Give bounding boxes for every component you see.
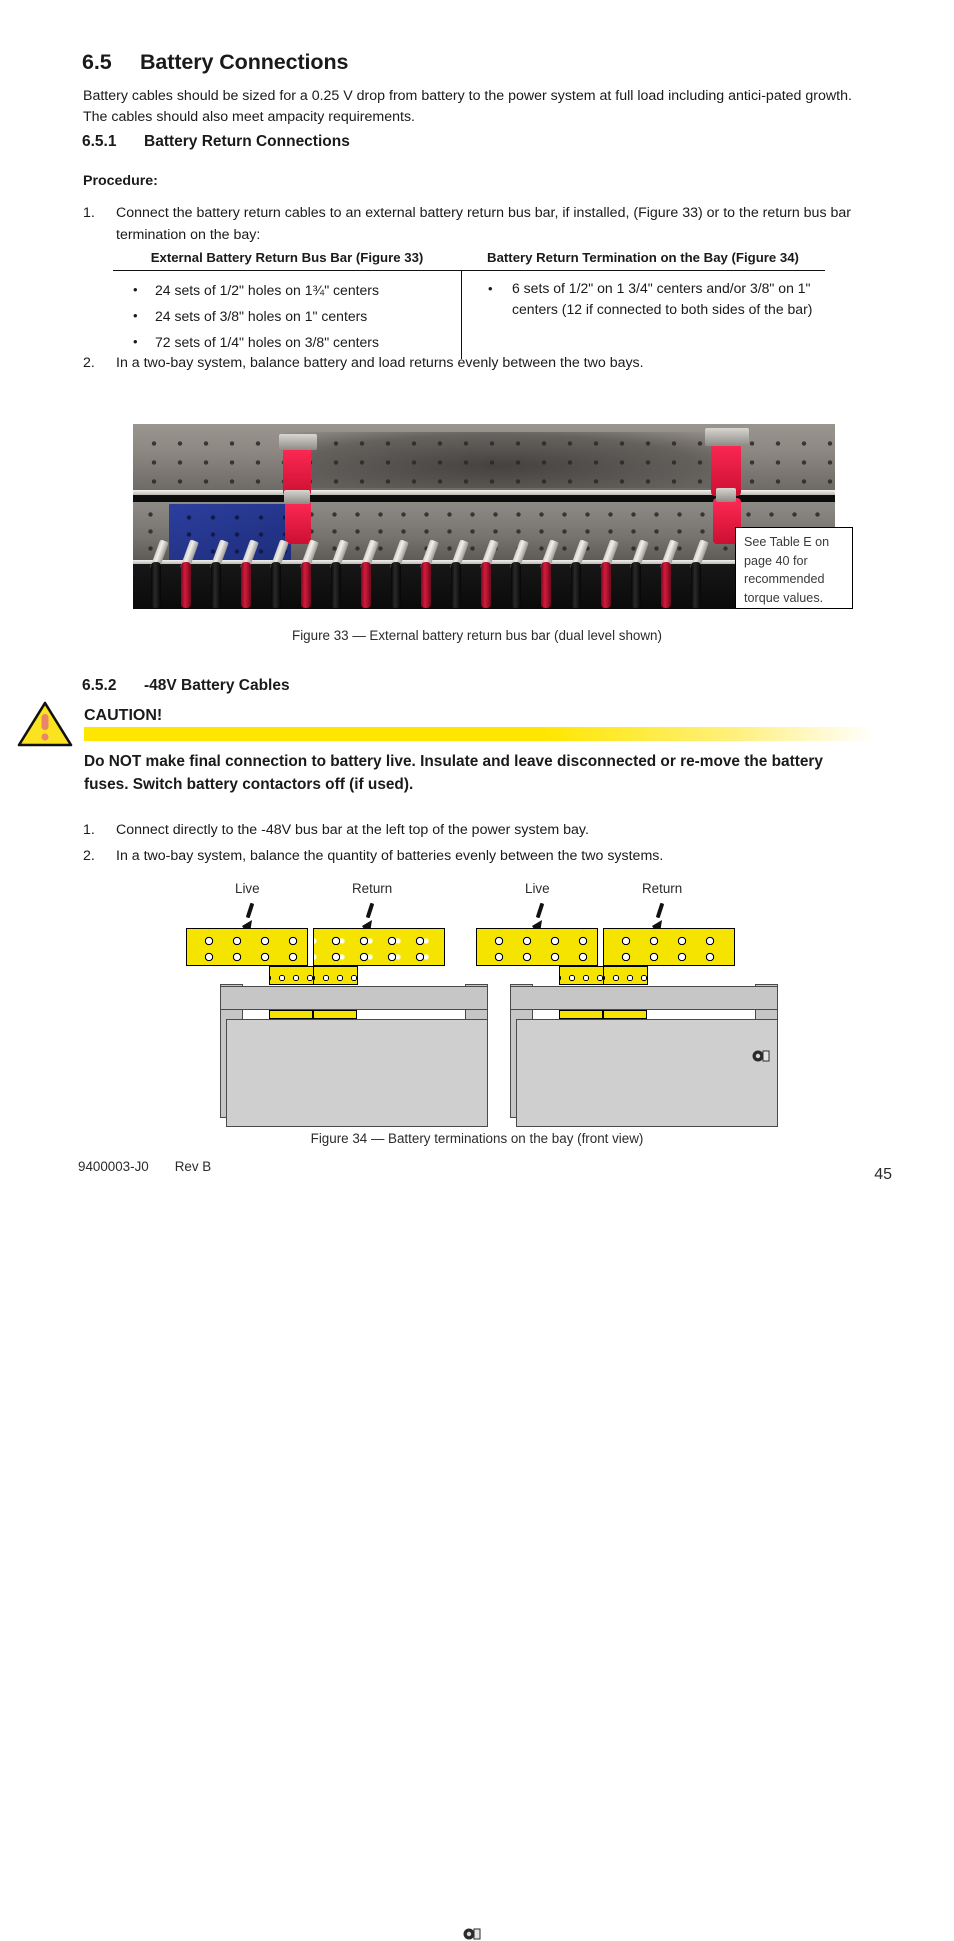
footer-document-info: 9400003-J0 Rev B	[78, 1159, 211, 1174]
section-heading-6-5: 6.5 Battery Connections	[82, 50, 348, 75]
table-header-cell-2: Battery Return Termination on the Bay (F…	[487, 250, 799, 265]
caution-body-text: Do NOT make final connection to battery …	[84, 753, 823, 793]
bus-bar-comparison-table: External Battery Return Bus Bar (Figure …	[113, 250, 825, 359]
subsection-title: Battery Return Connections	[144, 133, 350, 150]
footer-revision: Rev B	[174, 1159, 212, 1174]
pointer-dash-return-right	[655, 902, 665, 919]
subsection-heading-6-5-1: 6.5.1 Battery Return Connections	[82, 133, 350, 151]
photo-red-boot-left-upper	[283, 446, 311, 496]
figure-33-photo-busbar	[133, 424, 835, 609]
pointer-dash-live-left	[245, 902, 255, 919]
subsection-heading-6-5-2: 6.5.2 -48V Battery Cables	[82, 677, 290, 695]
busbar-return-right	[603, 928, 735, 966]
busbar-hole-pattern	[604, 929, 734, 965]
tab-hole-pattern	[270, 967, 313, 984]
procedure-step-2: 2. In a two-bay system, balance battery …	[83, 353, 873, 375]
photo-nut-right-upper	[705, 428, 749, 446]
step-text: Connect the battery return cables to an …	[116, 205, 851, 243]
cabinet-top-bar-left-bay	[220, 986, 488, 1010]
section-number: 6.5	[82, 50, 112, 74]
caution-yellow-bar	[84, 727, 874, 741]
subsection-title: -48V Battery Cables	[144, 677, 290, 694]
footer-doc-number: 9400003-J0	[78, 1159, 149, 1174]
figure-34-caption: Figure 34 — Battery terminations on the …	[310, 1131, 644, 1146]
footer-page-number: 45	[874, 1166, 892, 1183]
torque-values-callout-box: See Table E on page 40 for recommended t…	[735, 527, 853, 609]
figure-33-caption: Figure 33 — External battery return bus …	[292, 628, 662, 643]
photo-red-boot-left-lower	[285, 500, 311, 544]
cabinet-top-bar-right-bay	[510, 986, 778, 1010]
photo-nut-right-lower	[716, 488, 736, 502]
tab-hole-pattern	[314, 967, 357, 984]
busbar-live-right	[476, 928, 598, 966]
cabinet-yellow-strip-return-left	[313, 1010, 357, 1019]
cabinet-yellow-strip-live-right	[559, 1010, 603, 1019]
label-return-right: Return	[642, 881, 683, 896]
step-number: 2.	[83, 355, 95, 371]
photo-nut-left-upper	[279, 434, 317, 450]
busbar-live-left	[186, 928, 308, 966]
subsection-number: 6.5.2	[82, 677, 117, 694]
table-header-cell-1: External Battery Return Bus Bar (Figure …	[150, 250, 424, 265]
warning-triangle-icon	[17, 701, 73, 747]
cabinet-door-right-bay	[516, 1019, 778, 1127]
subsection-number: 6.5.1	[82, 133, 117, 150]
busbar-hole-pattern	[314, 929, 444, 965]
pointer-dash-return-left	[365, 902, 375, 919]
procedure-label: Procedure:	[83, 173, 158, 189]
tab-hole-pattern	[604, 967, 647, 984]
photo-nut-left-lower	[284, 490, 310, 504]
section-intro-paragraph: Battery cables should be sized for a 0.2…	[83, 88, 852, 125]
busbar-tab-live-left	[269, 966, 314, 985]
label-return-left: Return	[352, 881, 393, 896]
tab-hole-pattern	[560, 967, 603, 984]
table-cell-bay-termination: 6 sets of 1/2" on 1 3/4" centers and/or …	[461, 271, 825, 359]
label-live-right: Live	[525, 881, 550, 896]
caution-heading: CAUTION!	[84, 707, 163, 724]
list-item: 72 sets of 1/4" holes on 3/8" centers	[113, 330, 461, 354]
cable-step-2: 2. In a two-bay system, balance the quan…	[83, 846, 873, 868]
step-text: Connect directly to the -48V bus bar at …	[116, 822, 589, 838]
step-text: In a two-bay system, balance battery and…	[116, 355, 644, 371]
pointer-dash-live-right	[535, 902, 545, 919]
list-item: 24 sets of 3/8" holes on 1" centers	[113, 304, 461, 328]
figure-34-diagram: Live Return Live Return	[180, 878, 780, 1940]
busbar-tab-live-right	[559, 966, 604, 985]
busbar-tab-return-left	[313, 966, 358, 985]
cabinet-yellow-strip-return-right	[603, 1010, 647, 1019]
cabinet-yellow-strip-live-left	[269, 1010, 313, 1019]
cable-step-1: 1. Connect directly to the -48V bus bar …	[83, 820, 873, 842]
table-cell-external-bus-bar: 24 sets of 1/2" holes on 1¾" centers 24 …	[113, 271, 461, 359]
label-live-left: Live	[235, 881, 260, 896]
list-item: 6 sets of 1/2" on 1 3/4" centers and/or …	[480, 278, 825, 320]
step-text: In a two-bay system, balance the quantit…	[116, 848, 664, 864]
busbar-return-left	[313, 928, 445, 966]
door-lock-icon-right-bay[interactable]	[752, 1049, 771, 1063]
procedure-step-1: 1. Connect the battery return cables to …	[83, 203, 873, 246]
step-number: 1.	[83, 205, 95, 221]
table-body-row: 24 sets of 1/2" holes on 1¾" centers 24 …	[113, 271, 825, 359]
list-item: 24 sets of 1/2" holes on 1¾" centers	[113, 278, 461, 302]
door-lock-icon-left-bay[interactable]	[463, 1927, 482, 1941]
section-title: Battery Connections	[140, 50, 349, 74]
busbar-hole-pattern	[477, 929, 597, 965]
table-header-row: External Battery Return Bus Bar (Figure …	[113, 250, 825, 270]
step-number: 1.	[83, 822, 95, 838]
step-number: 2.	[83, 848, 95, 864]
cabinet-door-left-bay	[226, 1019, 488, 1127]
busbar-tab-return-right	[603, 966, 648, 985]
busbar-hole-pattern	[187, 929, 307, 965]
document-page: 6.5 Battery Connections Battery cables sh…	[0, 0, 954, 1940]
